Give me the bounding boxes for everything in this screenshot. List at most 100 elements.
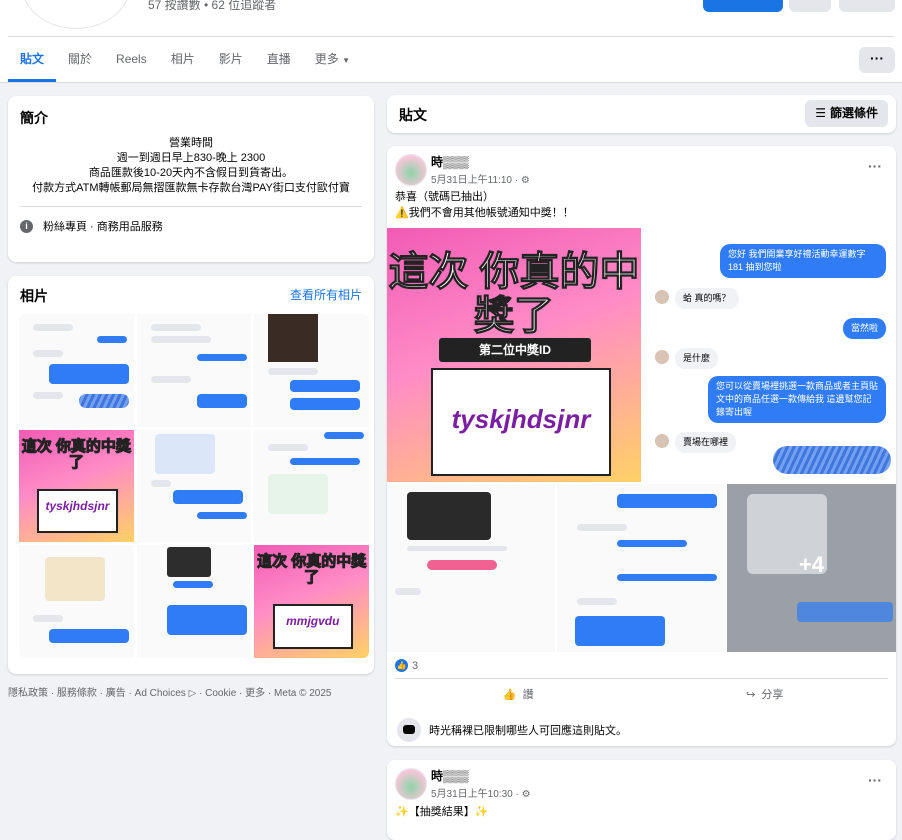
chat-bubble: 當然啦 [842,318,886,339]
promo-image[interactable]: 這次 你真的中獎了 第二位中獎ID tyskjhdsjnr [387,228,641,482]
media-thumb-more[interactable]: +4 [727,484,896,652]
tab-videos[interactable]: 影片 [207,37,255,82]
tab-about[interactable]: 關於 [56,37,104,82]
posts-title: 貼文 [399,107,427,123]
post-timestamp[interactable]: 5月31日上午10:30 · ⚙ [431,785,531,800]
post-timestamp[interactable]: 5月31日上午11:10 · ⚙ [431,171,530,186]
tab-reels[interactable]: Reels [104,37,159,82]
reaction-summary[interactable]: 👍 3 [395,659,418,672]
tab-photos[interactable]: 相片 [159,37,207,82]
footer-links[interactable]: 隱私政策 · 服務條款 · 廣告 · Ad Choices ▷ · Cookie… [8,684,331,699]
sliders-icon: ☰ [815,106,826,120]
media-thumb[interactable] [387,484,555,652]
chat-bubble: 您好 我們開業享好禮活動幸運數字 181 抽到您啦 [720,244,886,278]
intro-line: 付款方式ATM轉帳郵局無摺匯款無卡存款台灣PAY街口支付歐付寶 [32,182,350,194]
follow-button[interactable] [789,0,831,12]
photo-thumb[interactable] [19,545,134,658]
post-card: 時▒▒▒ 5月31日上午10:30 · ⚙ ··· ✨【抽獎結果】✨ [387,760,896,840]
photo-thumb[interactable] [136,314,252,427]
photo-thumb[interactable] [136,429,252,543]
filter-button[interactable]: ☰ 篩選條件 [805,100,888,127]
post-avatar[interactable] [395,768,427,800]
post-text: 恭喜（號碼已抽出） ⚠️我們不會用其他帳號通知中獎！！ [395,189,574,221]
post-author[interactable]: 時▒▒▒ [431,767,469,784]
chat-bubble: 賣場在哪裡 [675,432,737,453]
chat-bubble: 蛤 真的嗎？ [675,288,739,309]
more-count: +4 [798,552,825,577]
post-text-line: ⚠️我們不會用其他帳號通知中獎！！ [395,207,574,219]
post-actions: 👍 讚 ↪ 分享 [395,678,888,709]
promo-title: 這次 你真的中獎了 [257,553,367,587]
redaction-scribble [773,446,891,474]
info-icon: i [20,219,33,233]
like-label: 讚 [522,689,534,701]
like-reaction-icon: 👍 [395,659,408,672]
intro-line: 營業時間 [169,137,213,149]
chat-avatar [655,350,669,364]
posts-header: 貼文 ☰ 篩選條件 [387,95,896,133]
post-text: ✨【抽獎結果】✨ [395,806,489,818]
caret-down-icon: ▼ [342,56,351,65]
promo-title: 這次 你真的中獎了 [388,250,640,339]
promo-box: mmjgvdu [272,604,353,649]
intro-line: 週一到週日早上830-晚上 2300 [116,152,266,164]
photo-thumb[interactable] [19,314,134,427]
category-text: 粉絲專頁 · 商務用品服務 [43,221,163,233]
photos-card: 相片 查看所有相片 這次 你真的中獎了 tyskjhdsjnr 這次 你真的中獎… [8,276,374,674]
profile-tabs: 貼文 關於 Reels 相片 影片 直播 更多 ▼ [8,37,362,82]
thumbs-up-icon: 👍 [502,688,517,701]
promo-box: tyskjhdsjnr [37,488,118,534]
promo-id: mmjgvdu [286,614,340,629]
intro-line: 商品匯款後10-20天內不含假日到貨寄出。 [88,167,294,179]
page-avatar[interactable] [22,0,130,28]
photo-thumb[interactable] [254,429,369,543]
promo-title: 這次 你真的中獎了 [21,437,131,471]
promo-subtitle: 第二位中獎ID [439,338,591,362]
share-button[interactable]: ↪ 分享 [642,679,889,709]
promo-id: tyskjhdsjnr [45,498,110,513]
chat-avatar [655,434,669,448]
post-text-line: 恭喜（號碼已抽出） [395,191,494,203]
chat-avatar [655,290,669,304]
share-arrow-icon: ↪ [746,688,756,701]
intro-text: 營業時間 週一到週日早上830-晚上 2300 商品匯款後10-20天內不含假日… [8,136,374,196]
filter-label: 篩選條件 [829,106,878,120]
comment-bubble-icon [397,718,421,742]
media-thumb[interactable] [557,484,725,652]
chat-bubble: 是什麼 [675,348,719,369]
comment-limit-notice: 時光稱裸已限制哪些人可回應這則貼文。 [397,718,627,742]
tab-live[interactable]: 直播 [255,37,303,82]
tab-posts[interactable]: 貼文 [8,37,57,82]
chat-screenshot[interactable]: 您好 我們開業享好禮活動幸運數字 181 抽到您啦 蛤 真的嗎？ 當然啦 是什麼… [643,228,896,482]
more-options-button[interactable]: ··· [859,47,895,73]
photo-thumb-promo[interactable]: 這次 你真的中獎了 tyskjhdsjnr [19,429,134,543]
profile-header: 57 按讚數 • 62 位追蹤者 貼文 關於 Reels 相片 影片 直播 更多… [0,0,902,83]
message-button[interactable] [703,0,783,12]
post-author[interactable]: 時▒▒▒ [431,153,469,170]
post-media: 這次 你真的中獎了 第二位中獎ID tyskjhdsjnr 您好 我們開業享好禮… [387,228,896,652]
post-card: 時▒▒▒ 5月31日上午11:10 · ⚙ ··· 恭喜（號碼已抽出） ⚠️我們… [387,146,896,746]
photo-thumb-promo[interactable]: 這次 你真的中獎了 mmjgvdu [254,545,369,658]
photos-title: 相片 [20,288,48,304]
page-category: i 粉絲專頁 · 商務用品服務 [8,207,374,234]
intro-card: 簡介 營業時間 週一到週日早上830-晚上 2300 商品匯款後10-20天內不… [8,96,374,262]
page-stats: 57 按讚數 • 62 位追蹤者 [148,0,277,12]
post-options-icon[interactable]: ··· [868,158,882,174]
promo-box: tyskjhdsjnr [431,368,611,476]
post-options-icon[interactable]: ··· [868,772,882,788]
photos-grid: 這次 你真的中獎了 tyskjhdsjnr 這次 你真的中獎了 mmjgvdu [19,314,369,658]
comment-limit-text: 時光稱裸已限制哪些人可回應這則貼文。 [429,725,627,737]
promo-id: tyskjhdsjnr [451,404,591,434]
photo-thumb[interactable] [136,545,252,658]
reaction-count: 3 [412,659,419,672]
intro-title: 簡介 [20,110,48,126]
post-avatar[interactable] [395,154,427,186]
like-button[interactable]: 👍 讚 [395,679,642,709]
tab-more[interactable]: 更多 ▼ [303,37,362,82]
tab-more-label: 更多 [314,52,339,66]
chat-bubble: 您可以從賣場裡挑選一款商品或者主頁貼文中的商品任選一款傳給我 這邊幫您記錄寄出喔 [708,376,886,423]
see-all-photos-link[interactable]: 查看所有相片 [290,286,362,306]
photo-thumb[interactable] [254,314,369,427]
share-label: 分享 [761,689,784,701]
search-button[interactable] [839,0,895,12]
